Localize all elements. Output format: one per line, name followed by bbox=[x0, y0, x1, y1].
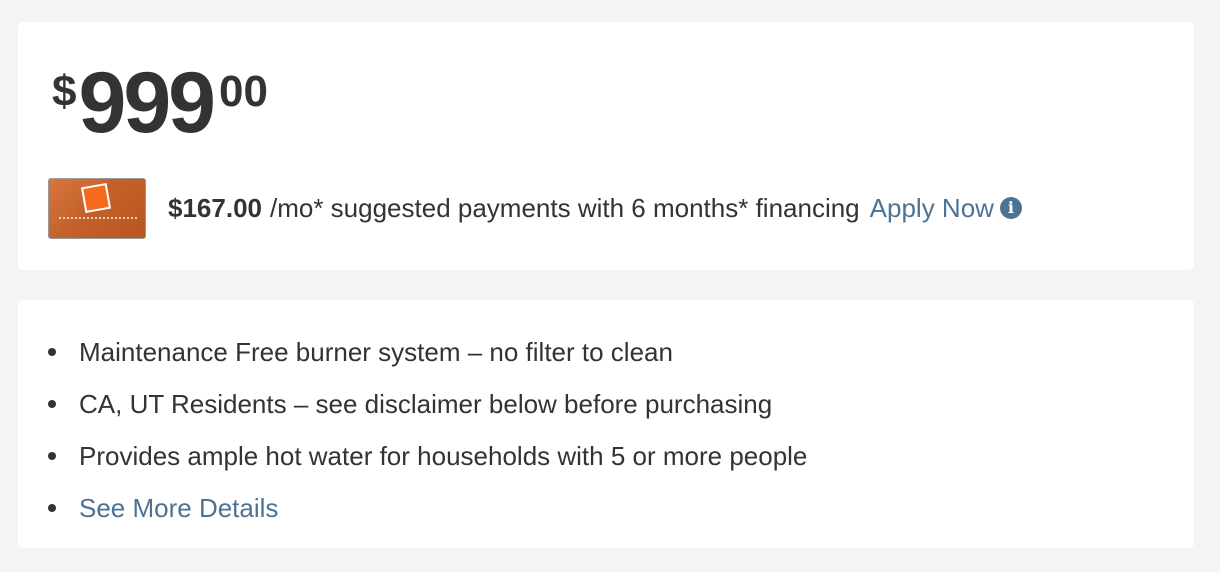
list-item: Maintenance Free burner system – no filt… bbox=[46, 326, 807, 378]
financing-description: /mo* suggested payments with 6 months* f… bbox=[269, 193, 860, 223]
price-card: $ 999 00 $167.00/mo* suggested payments … bbox=[18, 22, 1194, 270]
product-price: $ 999 00 bbox=[52, 60, 268, 146]
see-more-details-link[interactable]: See More Details bbox=[79, 493, 278, 523]
info-icon[interactable]: i bbox=[999, 197, 1022, 220]
bullet-icon bbox=[48, 452, 56, 460]
financing-text: $167.00/mo* suggested payments with 6 mo… bbox=[168, 193, 1022, 224]
list-item: CA, UT Residents – see disclaimer below … bbox=[46, 378, 807, 430]
list-item: See More Details bbox=[46, 482, 807, 534]
price-cents: 00 bbox=[218, 67, 268, 116]
highlight-text: Maintenance Free burner system – no filt… bbox=[79, 337, 673, 367]
bullet-icon bbox=[48, 400, 56, 408]
highlights-card: Maintenance Free burner system – no filt… bbox=[18, 300, 1194, 548]
monthly-payment-amount: $167.00 bbox=[168, 193, 262, 223]
bullet-icon bbox=[48, 504, 56, 512]
financing-row: $167.00/mo* suggested payments with 6 mo… bbox=[48, 178, 1022, 239]
price-dollars: 999 bbox=[78, 55, 215, 151]
price-currency: $ bbox=[52, 67, 77, 116]
apply-now-link[interactable]: Apply Now bbox=[870, 193, 994, 223]
list-item: Provides ample hot water for households … bbox=[46, 430, 807, 482]
card-number-decoration bbox=[59, 217, 137, 223]
highlights-list: Maintenance Free burner system – no filt… bbox=[46, 326, 807, 534]
home-depot-logo-icon bbox=[80, 182, 112, 214]
highlight-text: CA, UT Residents – see disclaimer below … bbox=[79, 389, 773, 419]
highlight-text: Provides ample hot water for households … bbox=[79, 441, 808, 471]
bullet-icon bbox=[48, 348, 56, 356]
home-depot-credit-card-icon bbox=[48, 178, 146, 239]
